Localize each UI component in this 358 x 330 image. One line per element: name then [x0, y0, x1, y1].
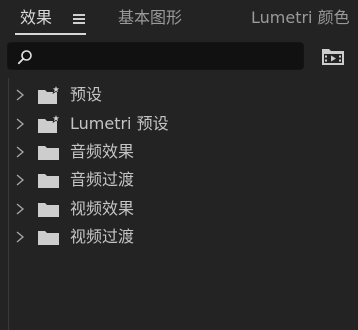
hamburger-menu-icon[interactable]	[73, 14, 85, 24]
tree-item-video-transitions[interactable]: 视频过渡	[9, 223, 349, 251]
chevron-right-icon[interactable]	[15, 203, 25, 215]
folder-icon	[38, 231, 59, 245]
tree-item-label: 预设	[70, 85, 103, 104]
active-tab-indicator	[15, 33, 86, 35]
folder-icon	[38, 146, 59, 160]
search-icon	[17, 50, 32, 65]
chevron-right-icon[interactable]	[15, 89, 25, 101]
folder-icon	[38, 203, 59, 217]
tree-item-video-effects[interactable]: 视频效果	[9, 195, 349, 223]
folder-star-icon	[38, 85, 61, 104]
search-input[interactable]	[38, 46, 302, 68]
tab-effects[interactable]: 效果	[20, 8, 52, 28]
tree-item-audio-transitions[interactable]: 音频过渡	[9, 166, 349, 194]
tree-item-label: 视频过渡	[70, 227, 135, 246]
tree-item-label: 视频效果	[70, 199, 135, 218]
tab-essential-graphics[interactable]: 基本图形	[118, 8, 182, 28]
folder-star-icon	[38, 114, 61, 133]
tree-item-label: Lumetri 预设	[70, 114, 169, 133]
tree-item-label: 音频过渡	[70, 170, 135, 189]
tree-item-lumetri-presets[interactable]: Lumetri 预设	[9, 110, 349, 138]
chevron-right-icon[interactable]	[15, 231, 25, 243]
new-custom-bin-icon[interactable]	[320, 45, 346, 67]
search-box[interactable]	[7, 42, 304, 70]
effects-tree: 预设 Lumetri 预设 音频效果 音频过渡 视频效果 视频过渡	[8, 78, 358, 330]
folder-icon	[38, 174, 59, 188]
tab-lumetri-color[interactable]: Lumetri 颜色	[251, 8, 350, 28]
panel-tab-bar: 效果 基本图形 Lumetri 颜色	[0, 0, 358, 38]
tree-item-presets[interactable]: 预设	[9, 81, 349, 109]
chevron-right-icon[interactable]	[15, 146, 25, 158]
chevron-right-icon[interactable]	[15, 174, 25, 186]
tree-item-audio-effects[interactable]: 音频效果	[9, 138, 349, 166]
search-row	[0, 42, 358, 72]
tree-item-label: 音频效果	[70, 142, 135, 161]
effects-panel: 效果 基本图形 Lumetri 颜色 预设 Lumetri 预设 音频效果 音频…	[0, 0, 358, 330]
chevron-right-icon[interactable]	[15, 118, 25, 130]
